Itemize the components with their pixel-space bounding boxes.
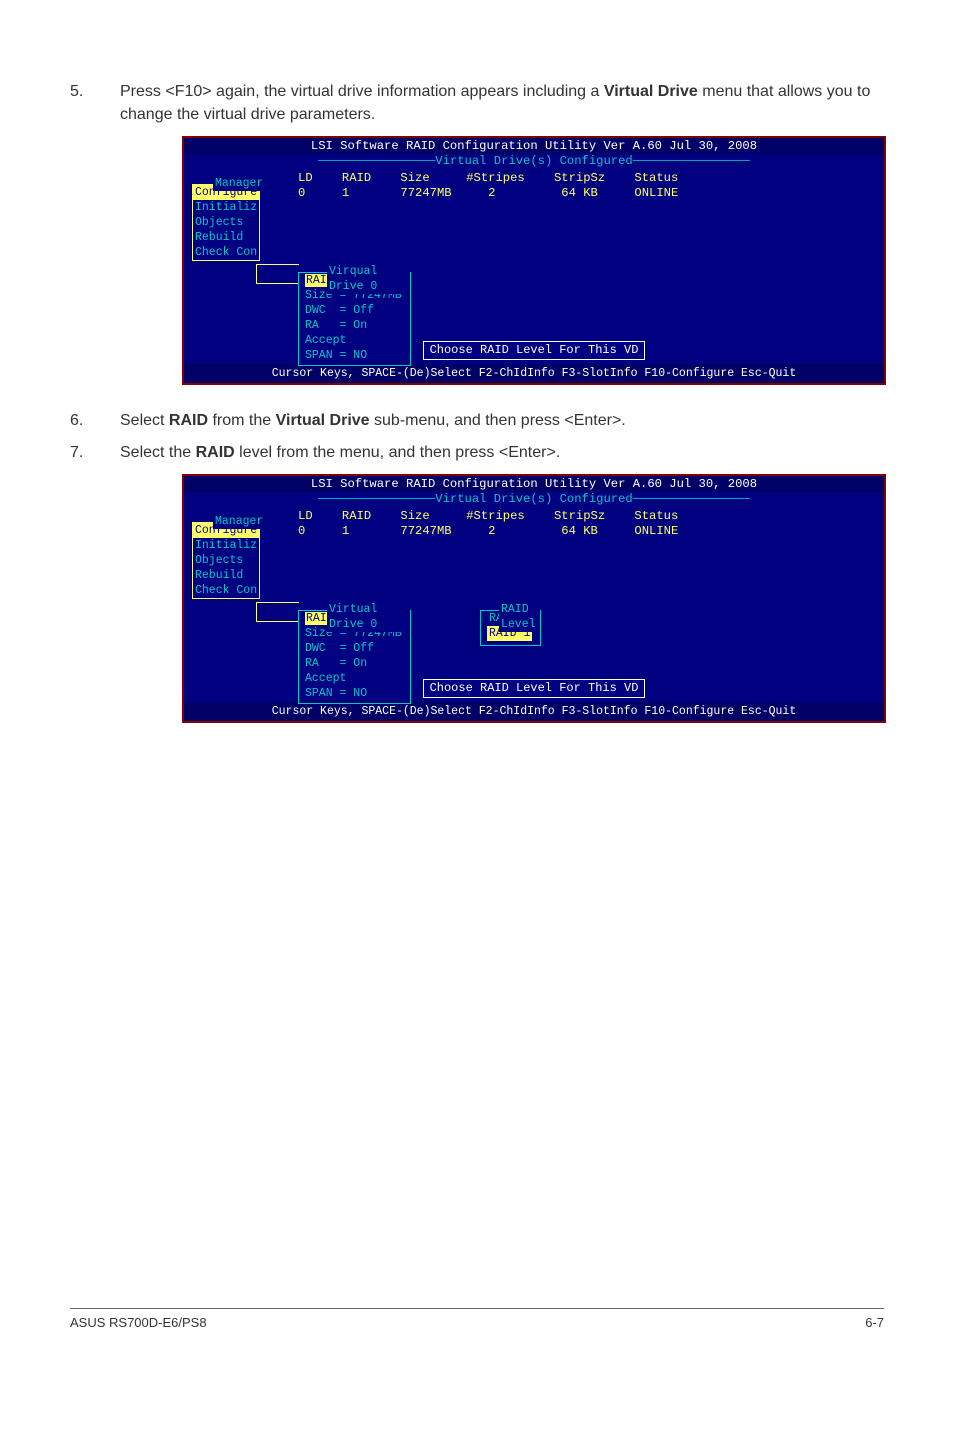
terminal-subtitle: ────────────────Virtual Drive(s) Configu… — [184, 492, 884, 507]
s6-b1: RAID — [169, 412, 208, 429]
connector-line — [256, 602, 299, 622]
raid-level-label: RAID Level — [499, 602, 540, 632]
raid-level-box: RAID Level RAID 0 RAID 1 — [480, 610, 541, 646]
menu-item-objects: Objects — [193, 553, 259, 568]
footer-right: 6-7 — [865, 1315, 884, 1330]
data-row: 0 1 77247MB 2 64 KB ONLINE — [184, 524, 884, 539]
status-line: Choose RAID Level For This VD — [184, 341, 884, 360]
vd-label: Virqual Drive 0 — [327, 264, 410, 294]
status-line: Choose RAID Level For This VD — [184, 679, 884, 698]
vd-label: Virtual Drive 0 — [327, 602, 410, 632]
s6-c: sub-menu, and then press <Enter>. — [370, 412, 626, 429]
terminal-screenshot-2: LSI Software RAID Configuration Utility … — [182, 474, 886, 723]
menu-label: Manager — [213, 176, 265, 191]
step-7: 7. Select the RAID level from the menu, … — [70, 441, 884, 464]
step-5: 5. Press <F10> again, the virtual drive … — [70, 80, 884, 126]
s7-a: Select the — [120, 444, 196, 461]
column-headers: LD RAID Size #Stripes StripSz Status — [184, 169, 884, 186]
connector-line — [256, 264, 299, 284]
step-text-bold: Virtual Drive — [604, 83, 698, 100]
footer-left: ASUS RS700D-E6/PS8 — [70, 1315, 207, 1330]
menu-item-objects: Objects — [193, 215, 259, 230]
menu-item-checkcon: Check Con — [193, 583, 259, 598]
vd-line-ra: RA = On — [305, 318, 402, 333]
step-text: Select RAID from the Virtual Drive sub-m… — [120, 409, 884, 432]
terminal-body: ────────────────Virtual Drive(s) Configu… — [184, 154, 884, 364]
terminal-screenshot-1: LSI Software RAID Configuration Utility … — [182, 136, 886, 385]
data-row: 0 1 77247MB 2 64 KB ONLINE — [184, 186, 884, 201]
menu-label: Manager — [213, 514, 265, 529]
s7-b: level from the menu, and then press <Ent… — [235, 444, 561, 461]
step-text-a: Press <F10> again, the virtual drive inf… — [120, 83, 604, 100]
step-text: Press <F10> again, the virtual drive inf… — [120, 80, 884, 126]
terminal-title: LSI Software RAID Configuration Utility … — [184, 138, 884, 154]
subtitle-text: Virtual Drive(s) Configured — [435, 154, 632, 168]
s6-b: from the — [208, 412, 276, 429]
menu-item-checkcon: Check Con — [193, 245, 259, 260]
terminal-subtitle: ────────────────Virtual Drive(s) Configu… — [184, 154, 884, 169]
s6-b2: Virtual Drive — [276, 412, 370, 429]
terminal-footer: Cursor Keys, SPACE-(De)Select F2-ChIdInf… — [184, 702, 884, 721]
column-headers: LD RAID Size #Stripes StripSz Status — [184, 507, 884, 524]
s6-a: Select — [120, 412, 169, 429]
page-footer: ASUS RS700D-E6/PS8 6-7 — [70, 1308, 884, 1330]
terminal-body: ────────────────Virtual Drive(s) Configu… — [184, 492, 884, 702]
terminal-footer: Cursor Keys, SPACE-(De)Select F2-ChIdInf… — [184, 364, 884, 383]
step-number: 6. — [70, 409, 120, 432]
menu-item-initialize: Initializ — [193, 200, 259, 215]
step-text: Select the RAID level from the menu, and… — [120, 441, 884, 464]
step-number: 7. — [70, 441, 120, 464]
menu-item-rebuild: Rebuild — [193, 230, 259, 245]
s7-bold: RAID — [196, 444, 235, 461]
step-6: 6. Select RAID from the Virtual Drive su… — [70, 409, 884, 432]
menu-item-initialize: Initializ — [193, 538, 259, 553]
menu-item-rebuild: Rebuild — [193, 568, 259, 583]
vd-line-dwc: DWC = Off — [305, 303, 402, 318]
left-menu: Manager Configure Initializ Objects Rebu… — [192, 184, 260, 261]
status-message: Choose RAID Level For This VD — [423, 341, 646, 360]
left-menu: Manager Configure Initializ Objects Rebu… — [192, 522, 260, 599]
terminal-title: LSI Software RAID Configuration Utility … — [184, 476, 884, 492]
step-number: 5. — [70, 80, 120, 126]
vd-line-ra: RA = On — [305, 656, 402, 671]
vd-line-dwc: DWC = Off — [305, 641, 402, 656]
subtitle-text: Virtual Drive(s) Configured — [435, 492, 632, 506]
status-message: Choose RAID Level For This VD — [423, 679, 646, 698]
